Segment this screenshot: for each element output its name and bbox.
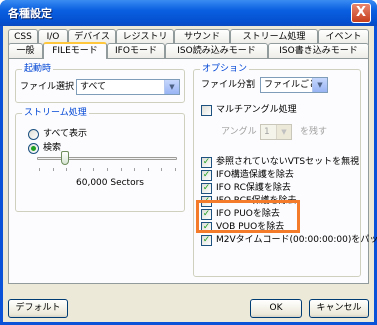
cancel-button[interactable]: キャンセル	[309, 299, 369, 318]
ignore-unreferenced-vts-label: 参照されていないVTSセットを無視	[216, 157, 360, 167]
ifo-structure-protection-checkbox[interactable]: ✓	[201, 170, 212, 181]
vob-puo-label: VOB PUOを除去	[216, 222, 285, 232]
tab-general[interactable]: 一般	[8, 43, 43, 59]
slider-tick	[120, 168, 122, 171]
file-select-dropdown[interactable]: すべて ▼	[76, 79, 180, 95]
slider-tick	[107, 168, 108, 171]
file-select-value: すべて	[80, 82, 107, 92]
ifo-rc-protection-checkbox[interactable]: ✓	[201, 183, 212, 194]
m2v-timecode-patch-label: M2Vタイムコード(00:00:00:00)をパッチ	[216, 235, 377, 245]
tab-iso-write-mode[interactable]: ISO書き込みモード	[268, 43, 369, 59]
tab-iso-read-mode[interactable]: ISO読み込みモード	[165, 43, 268, 59]
ifo-puo-label: IFO PUOを除去	[216, 209, 280, 219]
slider-tick	[134, 168, 136, 171]
dialog-client: CSS I/O デバイス レジストリ サウンド ストリーム処理 イベント 一般 …	[3, 26, 377, 322]
file-mode-panel: 起動時 ファイル選択 すべて ▼ ストリーム処理 すべて表示 検索 60,000…	[8, 58, 377, 284]
tab-ifo-mode[interactable]: IFOモード	[107, 43, 165, 59]
sectors-slider-track[interactable]	[37, 157, 177, 160]
slider-tick	[161, 168, 163, 171]
startup-group: 起動時 ファイル選択 すべて ▼	[15, 64, 185, 103]
slider-tick	[39, 168, 40, 171]
keep-label: を残す	[300, 127, 328, 137]
title-bar: 各種設定 X	[0, 0, 377, 26]
tab-file-mode[interactable]: FILEモード	[43, 42, 107, 59]
search-label: 検索	[43, 143, 62, 153]
angle-label: アングル	[221, 127, 257, 137]
chevron-down-icon: ▼	[164, 80, 179, 94]
sectors-label: 60,000 Sectors	[76, 178, 144, 188]
ifo-rce-protection-checkbox[interactable]: ✓	[201, 196, 212, 207]
close-button[interactable]: X	[351, 3, 371, 23]
vob-puo-checkbox[interactable]: ✓	[201, 222, 212, 233]
show-all-label: すべて表示	[43, 129, 88, 139]
search-radio[interactable]	[28, 143, 39, 154]
split-value: ファイルごと	[264, 80, 319, 90]
settings-dialog: 各種設定 X CSS I/O デバイス レジストリ サウンド ストリーム処理 イ…	[0, 0, 377, 325]
stream-group-title: ストリーム処理	[22, 108, 89, 119]
split-label: ファイル分割	[201, 80, 256, 90]
ifo-rce-protection-label: IFO RCE保護を除去	[216, 196, 297, 206]
angle-dropdown[interactable]: 1 ▼	[260, 124, 292, 140]
m2v-timecode-patch-checkbox[interactable]: ✓	[201, 235, 212, 246]
multi-angle-label: マルチアングル処理	[216, 105, 297, 115]
ifo-structure-protection-label: IFO構造保護を除去	[216, 170, 294, 180]
slider-tick	[79, 168, 81, 171]
slider-tick	[52, 168, 54, 171]
chevron-down-icon: ▼	[276, 125, 291, 139]
options-group-title: オプション	[200, 64, 250, 75]
stream-group: ストリーム処理	[15, 108, 185, 212]
slider-tick	[93, 168, 95, 171]
angle-value: 1	[264, 127, 270, 137]
chevron-down-icon: ▼	[312, 78, 327, 92]
show-all-radio[interactable]	[28, 129, 39, 140]
ifo-rc-protection-label: IFO RC保護を除去	[216, 183, 291, 193]
ifo-puo-checkbox[interactable]: ✓	[201, 209, 212, 220]
split-dropdown[interactable]: ファイルごと ▼	[260, 77, 328, 93]
file-select-label: ファイル選択	[20, 82, 75, 92]
default-button[interactable]: デフォルト	[8, 299, 68, 318]
radio-selected-dot	[31, 146, 36, 151]
sectors-slider-thumb[interactable]	[61, 151, 69, 165]
slider-tick	[66, 168, 68, 171]
ok-button[interactable]: OK	[250, 299, 302, 318]
window-title: 各種設定	[8, 7, 52, 20]
multi-angle-checkbox[interactable]	[201, 105, 212, 116]
slider-tick	[147, 168, 149, 171]
startup-group-title: 起動時	[22, 64, 54, 75]
ignore-unreferenced-vts-checkbox[interactable]: ✓	[201, 157, 212, 168]
slider-tick	[175, 168, 176, 171]
